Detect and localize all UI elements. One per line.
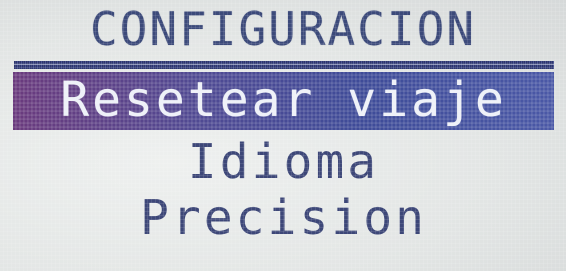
menu-item-label: Idioma (187, 134, 380, 190)
settings-menu: Resetear viaje Idioma Precision (0, 0, 566, 271)
menu-item-label: Precision (139, 190, 428, 246)
menu-item-reset-trip[interactable]: Resetear viaje (13, 72, 554, 130)
lcd-screen: CONFIGURACION Resetear viaje Idioma Prec… (0, 0, 566, 271)
menu-item-language[interactable]: Idioma (13, 134, 554, 190)
menu-item-precision[interactable]: Precision (13, 190, 554, 246)
menu-item-label: Resetear viaje (60, 72, 507, 128)
